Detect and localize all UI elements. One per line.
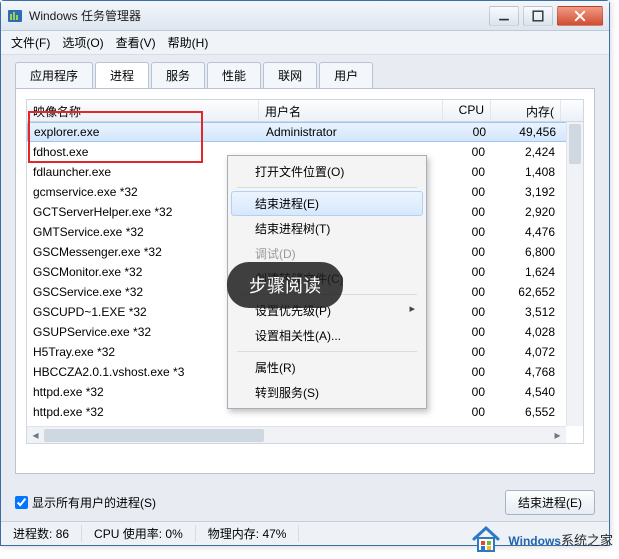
cell-cpu: 00 xyxy=(443,202,491,222)
watermark: Windows系统之家 xyxy=(470,523,613,555)
cell-cpu: 00 xyxy=(444,122,492,142)
cell-cpu: 00 xyxy=(443,282,491,302)
cell-cpu: 00 xyxy=(443,182,491,202)
app-icon xyxy=(7,8,23,24)
menu-view[interactable]: 查看(V) xyxy=(116,34,156,51)
cell-image: GMTService.exe *32 xyxy=(27,222,259,242)
cell-image: fdlauncher.exe xyxy=(27,162,259,182)
menu-help[interactable]: 帮助(H) xyxy=(168,34,209,51)
ctx-end-tree[interactable]: 结束进程树(T) xyxy=(231,216,423,241)
cell-cpu: 00 xyxy=(443,382,491,402)
cell-image: gcmservice.exe *32 xyxy=(27,182,259,202)
cell-image: GSCService.exe *32 xyxy=(27,282,259,302)
scroll-left-arrow[interactable]: ◂ xyxy=(27,427,44,444)
cell-cpu: 00 xyxy=(443,142,491,162)
col-user[interactable]: 用户名 xyxy=(259,100,443,121)
table-row[interactable]: explorer.exeAdministrator0049,456 xyxy=(27,122,583,142)
end-process-button[interactable]: 结束进程(E) xyxy=(505,490,595,515)
status-cpu: CPU 使用率: 0% xyxy=(82,525,196,542)
cell-mem: 62,652 xyxy=(491,282,561,302)
cell-cpu: 00 xyxy=(443,342,491,362)
cell-image: GSCMessenger.exe *32 xyxy=(27,242,259,262)
cell-image: fdhost.exe xyxy=(27,142,259,162)
menu-bar: 文件(F) 选项(O) 查看(V) 帮助(H) xyxy=(1,31,609,55)
ctx-separator xyxy=(237,187,417,188)
ctx-goto-service[interactable]: 转到服务(S) xyxy=(231,380,423,405)
cell-image: GCTServerHelper.exe *32 xyxy=(27,202,259,222)
menu-options[interactable]: 选项(O) xyxy=(62,34,103,51)
cell-user xyxy=(259,409,443,415)
cell-image: explorer.exe xyxy=(28,122,260,142)
window-controls xyxy=(489,6,603,26)
watermark-sub: 系统之家 xyxy=(561,533,613,548)
close-button[interactable] xyxy=(557,6,603,26)
vertical-scrollbar[interactable] xyxy=(566,122,583,426)
cell-mem: 49,456 xyxy=(492,122,562,142)
scroll-thumb-v[interactable] xyxy=(569,124,581,164)
cell-cpu: 00 xyxy=(443,242,491,262)
status-procs: 进程数: 86 xyxy=(1,525,82,542)
table-header: 映像名称 用户名 CPU 内存( xyxy=(27,100,583,122)
scroll-thumb-h[interactable] xyxy=(44,429,264,442)
cell-mem: 4,072 xyxy=(491,342,561,362)
cell-cpu: 00 xyxy=(443,322,491,342)
cell-image: HBCCZA2.0.1.vshost.exe *3 xyxy=(27,362,259,382)
ctx-end-process[interactable]: 结束进程(E) xyxy=(231,191,423,216)
tab-networking[interactable]: 联网 xyxy=(263,62,317,89)
cell-image: GSCUPD~1.EXE *32 xyxy=(27,302,259,322)
tab-performance[interactable]: 性能 xyxy=(207,62,261,89)
minimize-button[interactable] xyxy=(489,6,519,26)
horizontal-scrollbar[interactable]: ◂ ▸ xyxy=(27,426,566,443)
cell-mem: 4,540 xyxy=(491,382,561,402)
scroll-right-arrow[interactable]: ▸ xyxy=(549,427,566,444)
ctx-affinity[interactable]: 设置相关性(A)... xyxy=(231,323,423,348)
window-title: Windows 任务管理器 xyxy=(29,7,489,24)
show-all-checkbox-input[interactable] xyxy=(15,496,28,509)
cell-mem: 2,424 xyxy=(491,142,561,162)
cell-mem: 1,408 xyxy=(491,162,561,182)
titlebar[interactable]: Windows 任务管理器 xyxy=(1,1,609,31)
ctx-open-location[interactable]: 打开文件位置(O) xyxy=(231,159,423,184)
cell-mem: 6,800 xyxy=(491,242,561,262)
bottom-row: 显示所有用户的进程(S) 结束进程(E) xyxy=(1,484,609,521)
cell-image: GSUPService.exe *32 xyxy=(27,322,259,342)
tab-bar: 应用程序 进程 服务 性能 联网 用户 xyxy=(1,55,609,88)
status-mem: 物理内存: 47% xyxy=(196,525,300,542)
show-all-label: 显示所有用户的进程(S) xyxy=(32,494,156,511)
cell-mem: 4,028 xyxy=(491,322,561,342)
cell-cpu: 00 xyxy=(443,302,491,322)
cell-cpu: 00 xyxy=(443,362,491,382)
maximize-button[interactable] xyxy=(523,6,553,26)
cell-mem: 1,624 xyxy=(491,262,561,282)
cell-image: GSCMonitor.exe *32 xyxy=(27,262,259,282)
cell-mem: 4,768 xyxy=(491,362,561,382)
cell-cpu: 00 xyxy=(443,162,491,182)
tab-users[interactable]: 用户 xyxy=(319,62,373,89)
cell-mem: 3,512 xyxy=(491,302,561,322)
cell-image: httpd.exe *32 xyxy=(27,402,259,422)
step-read-badge: 步骤阅读 xyxy=(227,262,343,308)
cell-user: Administrator xyxy=(260,122,444,142)
tab-processes[interactable]: 进程 xyxy=(95,62,149,89)
tab-apps[interactable]: 应用程序 xyxy=(15,62,93,89)
cell-cpu: 00 xyxy=(443,262,491,282)
cell-cpu: 00 xyxy=(443,402,491,422)
tab-services[interactable]: 服务 xyxy=(151,62,205,89)
col-mem[interactable]: 内存( xyxy=(491,100,561,121)
ctx-properties[interactable]: 属性(R) xyxy=(231,355,423,380)
cell-mem: 2,920 xyxy=(491,202,561,222)
ctx-separator xyxy=(237,351,417,352)
watermark-brand: Windows xyxy=(508,534,561,548)
menu-file[interactable]: 文件(F) xyxy=(11,34,50,51)
cell-cpu: 00 xyxy=(443,222,491,242)
show-all-users-checkbox[interactable]: 显示所有用户的进程(S) xyxy=(15,494,156,511)
house-icon xyxy=(470,523,502,555)
cell-mem: 3,192 xyxy=(491,182,561,202)
cell-image: httpd.exe *32 xyxy=(27,382,259,402)
col-cpu[interactable]: CPU xyxy=(443,100,491,121)
col-image-name[interactable]: 映像名称 xyxy=(27,100,259,121)
cell-mem: 4,476 xyxy=(491,222,561,242)
cell-mem: 6,552 xyxy=(491,402,561,422)
cell-image: H5Tray.exe *32 xyxy=(27,342,259,362)
